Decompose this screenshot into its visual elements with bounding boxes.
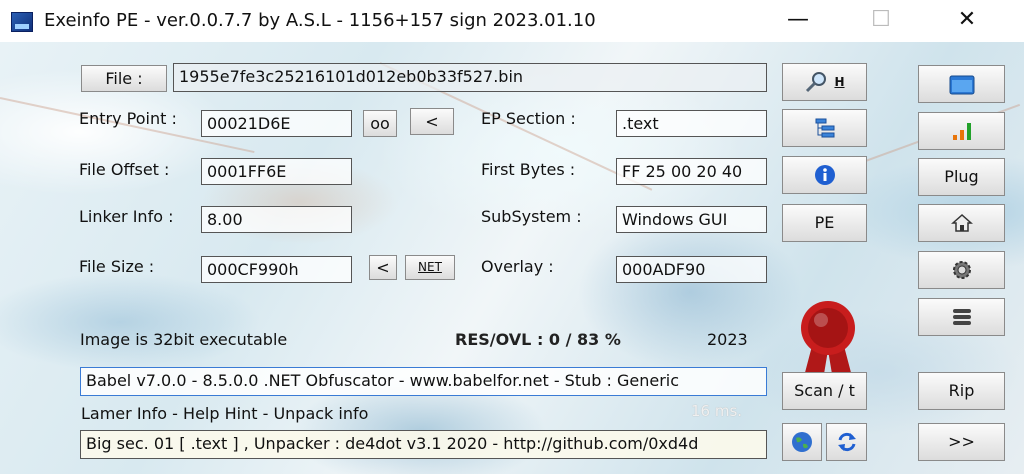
net-button[interactable]: NET bbox=[405, 255, 455, 280]
subsystem-field: Windows GUI bbox=[616, 206, 767, 233]
stats-button[interactable] bbox=[918, 112, 1005, 150]
magnifier-icon bbox=[806, 72, 827, 93]
pe-button[interactable]: PE bbox=[782, 204, 867, 242]
first-bytes-field: FF 25 00 20 40 bbox=[616, 158, 767, 185]
window-title: Exeinfo PE - ver.0.0.7.7 by A.S.L - 1156… bbox=[44, 10, 596, 31]
first-bytes-label: First Bytes : bbox=[481, 160, 576, 179]
image-info-text: Image is 32bit executable bbox=[80, 330, 288, 349]
file-offset-field: 0001FF6E bbox=[201, 158, 352, 185]
open-file-button[interactable] bbox=[918, 65, 1005, 103]
info-button[interactable] bbox=[782, 156, 867, 194]
subsystem-label: SubSystem : bbox=[481, 207, 582, 226]
overlay-field: 000ADF90 bbox=[616, 256, 767, 283]
minimize-button[interactable]: — bbox=[775, 4, 821, 38]
search-button[interactable]: H bbox=[782, 63, 867, 101]
ep-section-label: EP Section : bbox=[481, 109, 576, 128]
file-size-field: 000CF990h bbox=[201, 256, 352, 283]
gear-icon bbox=[952, 261, 971, 279]
next-button[interactable]: >> bbox=[918, 423, 1005, 461]
oo-button[interactable]: oo bbox=[363, 110, 397, 137]
file-size-label: File Size : bbox=[79, 257, 155, 276]
rip-button[interactable]: Rip bbox=[918, 372, 1005, 410]
app-icon bbox=[11, 12, 33, 32]
folder-icon bbox=[949, 75, 974, 95]
year-text: 2023 bbox=[707, 330, 748, 349]
home-button[interactable] bbox=[918, 204, 1005, 242]
bar-chart-icon bbox=[952, 123, 971, 140]
refresh-icon bbox=[837, 432, 856, 452]
ep-section-field: .text bbox=[616, 110, 767, 137]
stack-menu-icon bbox=[952, 309, 971, 325]
hint-field: Big sec. 01 [ .text ] , Unpacker : de4do… bbox=[80, 430, 767, 459]
globe-icon bbox=[792, 432, 812, 452]
overlay-label: Overlay : bbox=[481, 257, 554, 276]
close-button[interactable]: ✕ bbox=[944, 4, 990, 38]
file-button[interactable]: File : bbox=[81, 65, 167, 92]
tree-list-icon bbox=[815, 118, 834, 138]
lamer-info-label: Lamer Info - Help Hint - Unpack info bbox=[81, 404, 369, 423]
res-ovl-text: RES/OVL : 0 / 83 % bbox=[455, 330, 621, 349]
refresh-button[interactable] bbox=[826, 423, 867, 461]
file-offset-label: File Offset : bbox=[79, 160, 170, 179]
linker-info-label: Linker Info : bbox=[79, 207, 174, 226]
file-name-field: 1955e7fe3c25216101d012eb0b33f527.bin bbox=[173, 63, 767, 92]
section-list-button[interactable] bbox=[782, 109, 867, 147]
entry-point-field: 00021D6E bbox=[201, 110, 352, 137]
menu-button[interactable] bbox=[918, 298, 1005, 336]
info-icon bbox=[814, 165, 835, 185]
entry-point-label: Entry Point : bbox=[79, 109, 177, 128]
plug-button[interactable]: Plug bbox=[918, 158, 1005, 196]
main-panel: File : 1955e7fe3c25216101d012eb0b33f527.… bbox=[0, 42, 1024, 474]
settings-button[interactable] bbox=[918, 251, 1005, 289]
entry-point-back-button[interactable]: < bbox=[410, 108, 454, 135]
home-icon bbox=[950, 213, 973, 232]
scan-button[interactable]: Scan / t bbox=[782, 372, 867, 410]
timing-text: 16 ms. bbox=[691, 402, 743, 420]
linker-info-field: 8.00 bbox=[201, 206, 352, 233]
file-size-back-button[interactable]: < bbox=[369, 255, 397, 280]
web-button[interactable] bbox=[782, 423, 822, 461]
title-bar: Exeinfo PE - ver.0.0.7.7 by A.S.L - 1156… bbox=[0, 0, 1024, 42]
maximize-button[interactable]: ☐ bbox=[858, 4, 904, 38]
detection-field: Babel v7.0.0 - 8.5.0.0 .NET Obfuscator -… bbox=[80, 367, 767, 396]
search-h-label: H bbox=[834, 75, 845, 89]
